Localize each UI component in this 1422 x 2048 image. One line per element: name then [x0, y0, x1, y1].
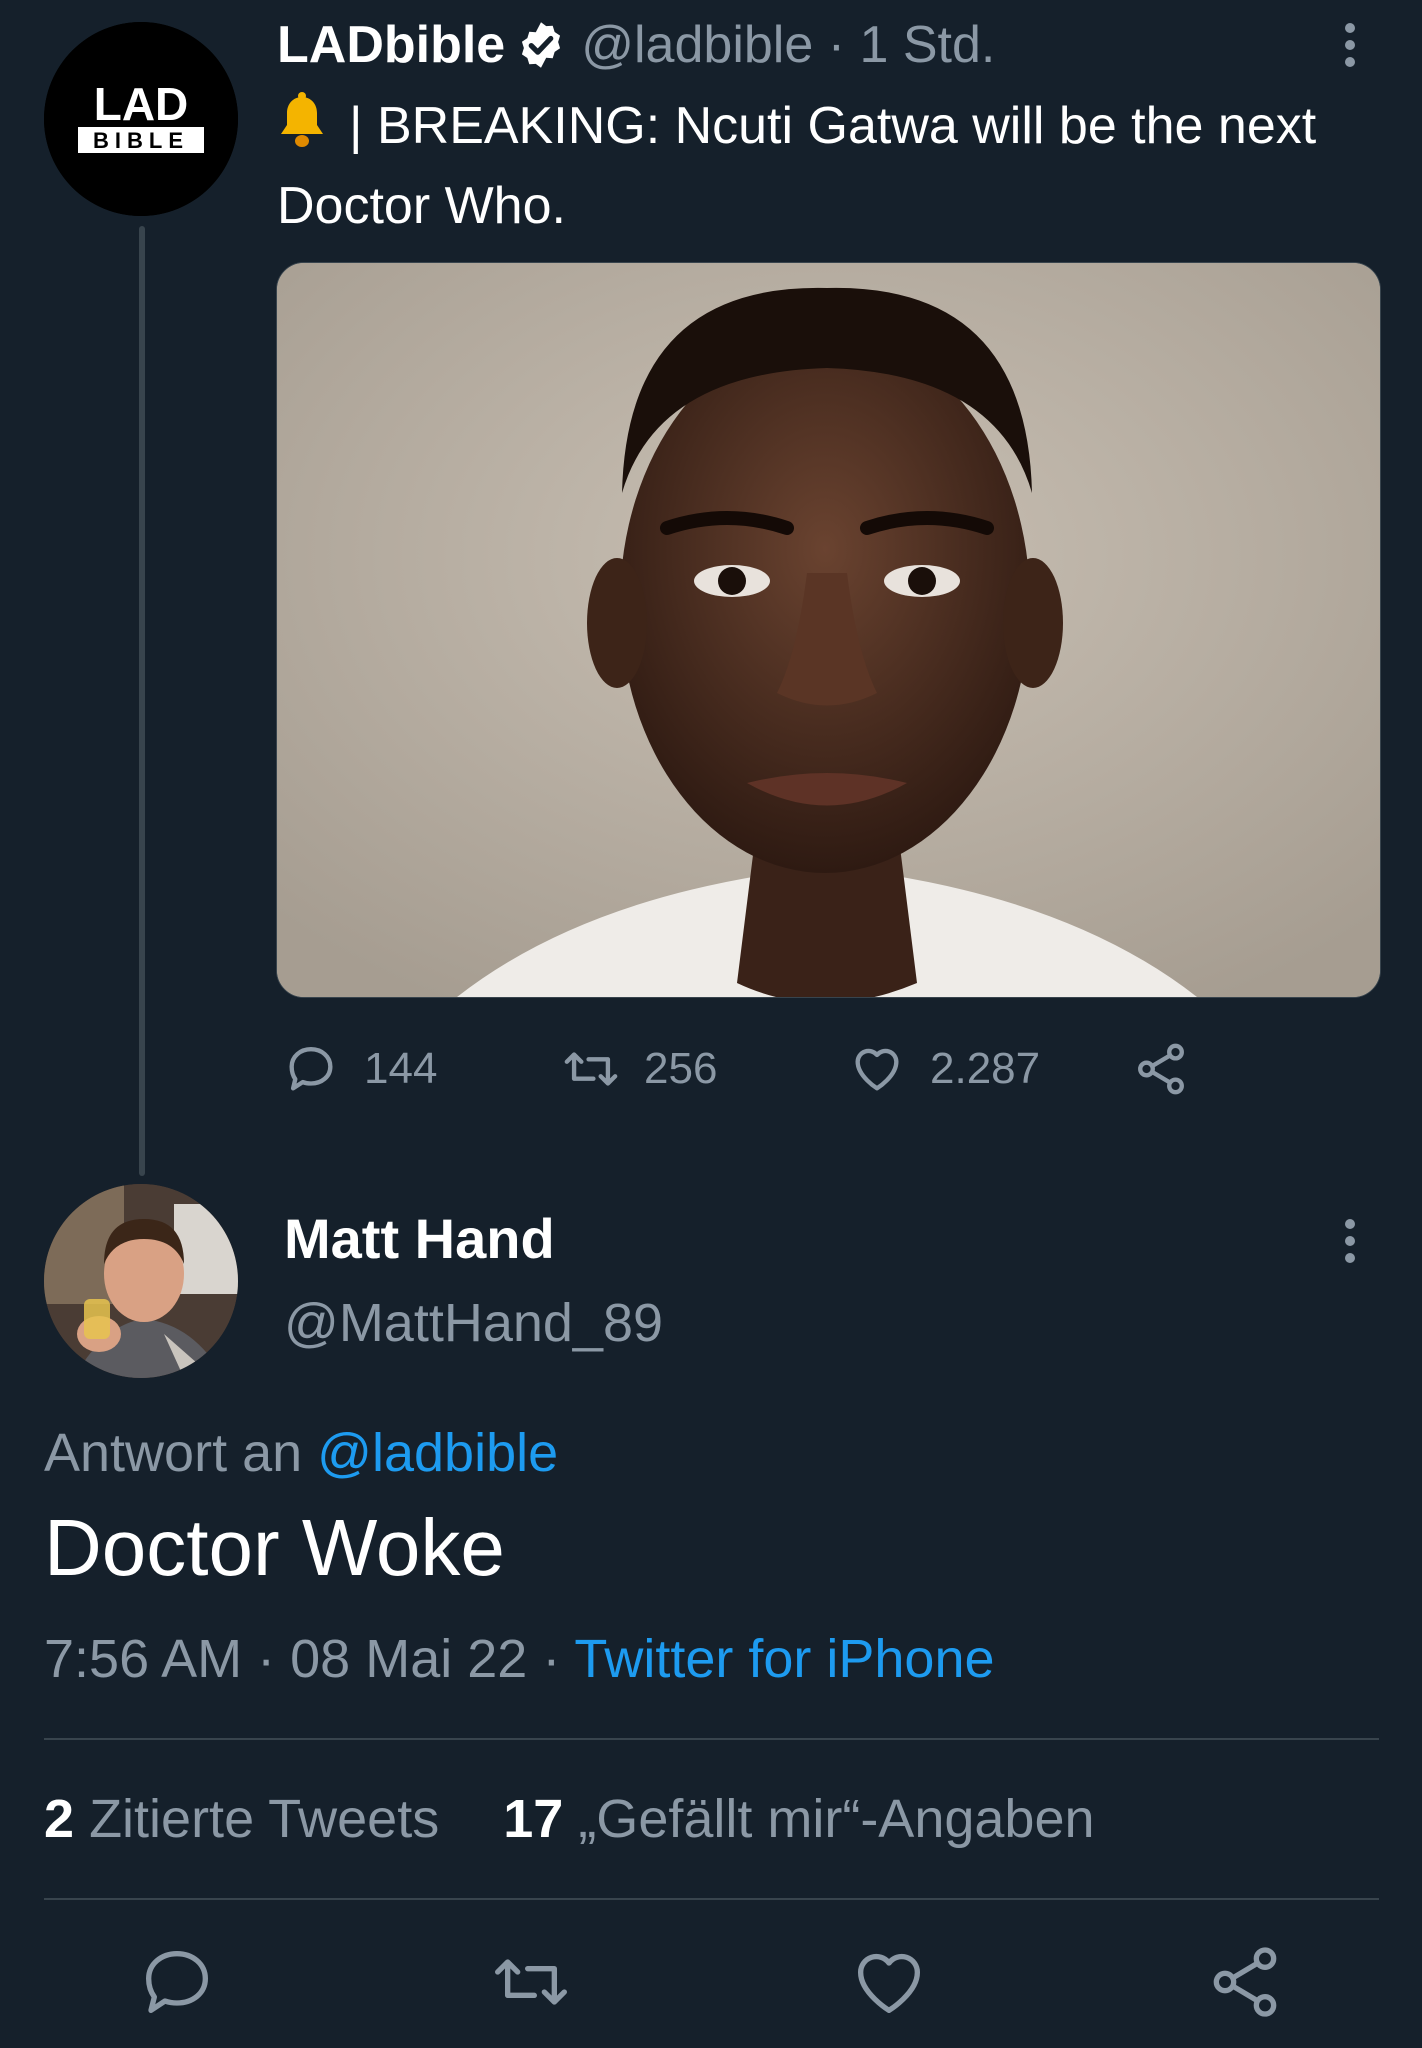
meta-separator: · — [257, 1629, 276, 1689]
profile-photo — [44, 1184, 238, 1378]
like-icon — [857, 1953, 921, 2013]
tweet-timestamp[interactable]: 7:56 AM — [44, 1629, 242, 1689]
reply-icon — [146, 1951, 208, 2013]
tweet-text: | BREAKING: Ncuti Gatwa will be the next… — [277, 86, 1377, 246]
like-label: „Gefällt mir“-Angaben — [578, 1789, 1095, 1849]
meta-separator: · — [827, 16, 846, 74]
verified-icon — [522, 22, 561, 68]
divider — [44, 1898, 1379, 1900]
tweet-time[interactable]: 1 Std. — [860, 16, 996, 74]
like-count: 2.287 — [930, 1044, 1041, 1093]
tweet-photo[interactable] — [276, 262, 1381, 998]
tweet-header: LADbible @ladbible · 1 Std. — [277, 14, 995, 76]
tweet-source-link[interactable]: Twitter for iPhone — [574, 1629, 994, 1689]
like-action[interactable]: 2.287 — [848, 1034, 1040, 1104]
meta-separator: · — [542, 1629, 561, 1689]
tweet-stats: 2 Zitierte Tweets 17 „Gefällt mir“-Angab… — [44, 1788, 1095, 1850]
retweet-icon — [564, 1052, 618, 1086]
divider — [44, 1738, 1379, 1740]
reply-to-handle-link[interactable]: @ladbible — [317, 1423, 558, 1483]
retweet-icon — [495, 1959, 567, 2005]
quote-count: 2 — [44, 1789, 75, 1849]
quote-label: Zitierte Tweets — [89, 1789, 440, 1849]
like-button[interactable] — [849, 1942, 929, 2022]
more-icon[interactable] — [1330, 20, 1370, 70]
reply-author-name[interactable]: Matt Hand — [284, 1206, 555, 1271]
retweet-button[interactable] — [491, 1942, 571, 2022]
reply-to-prefix: Antwort an — [44, 1423, 303, 1483]
ladbible-logo: LAD BIBLE — [44, 22, 238, 216]
reply-context: Antwort an @ladbible — [44, 1422, 558, 1484]
quote-tweets-stat[interactable]: 2 Zitierte Tweets — [44, 1789, 439, 1849]
thread-connector-line — [139, 226, 145, 1176]
reply-action-bar — [0, 1942, 1422, 2032]
matt-hand-avatar[interactable] — [44, 1184, 238, 1378]
tweet-date[interactable]: 08 Mai 22 — [290, 1629, 527, 1689]
like-icon — [855, 1048, 899, 1091]
logo-bible-text: BIBLE — [93, 128, 189, 153]
like-count: 17 — [503, 1789, 564, 1849]
share-button[interactable] — [1205, 1942, 1285, 2022]
retweet-action[interactable]: 256 — [562, 1034, 717, 1104]
reply-author-handle[interactable]: @MattHand_89 — [284, 1292, 663, 1354]
share-icon — [1138, 1043, 1184, 1095]
bell-icon — [281, 92, 323, 147]
portrait-image — [277, 263, 1380, 997]
tweet-body-text: | BREAKING: Ncuti Gatwa will be the next… — [277, 97, 1317, 235]
likes-stat[interactable]: 17 „Gefällt mir“-Angaben — [503, 1789, 1094, 1849]
author-name[interactable]: LADbible — [277, 15, 505, 75]
share-icon — [1213, 1947, 1277, 2017]
reply-icon — [289, 1047, 333, 1091]
tweet-metadata: 7:56 AM · 08 Mai 22 · Twitter for iPhone — [44, 1628, 995, 1690]
reply-count: 144 — [364, 1044, 438, 1093]
logo-lad-text: LAD — [94, 78, 189, 130]
reply-button[interactable] — [137, 1942, 217, 2022]
reply-tweet-text: Doctor Woke — [44, 1503, 505, 1592]
share-action[interactable] — [1132, 1034, 1214, 1104]
retweet-count: 256 — [644, 1044, 718, 1093]
author-handle[interactable]: @ladbible — [581, 16, 813, 74]
reply-action[interactable]: 144 — [282, 1034, 437, 1104]
ladbible-avatar[interactable]: LAD BIBLE — [44, 22, 238, 216]
more-icon[interactable] — [1330, 1216, 1370, 1266]
